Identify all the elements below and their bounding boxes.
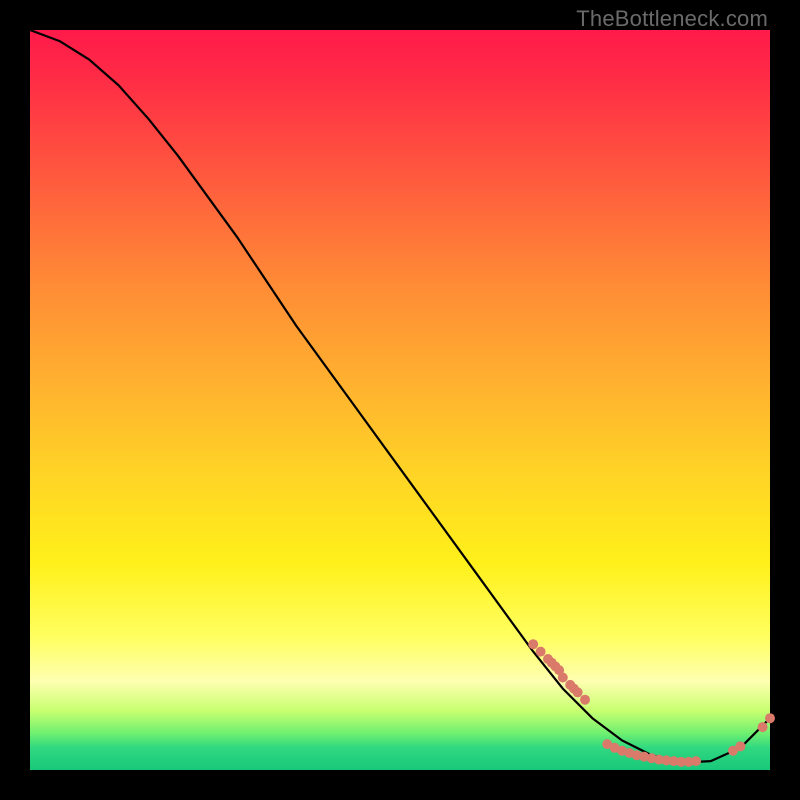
plot-area bbox=[30, 30, 770, 770]
data-dot bbox=[528, 639, 538, 649]
data-dot bbox=[735, 741, 745, 751]
data-dot bbox=[580, 695, 590, 705]
data-dot bbox=[573, 687, 583, 697]
data-dots bbox=[528, 639, 775, 767]
watermark-text: TheBottleneck.com bbox=[576, 6, 768, 32]
data-dot bbox=[691, 756, 701, 766]
chart-frame: TheBottleneck.com bbox=[0, 0, 800, 800]
curve-layer bbox=[30, 30, 770, 770]
data-dot bbox=[536, 647, 546, 657]
data-dot bbox=[765, 713, 775, 723]
data-dot bbox=[558, 673, 568, 683]
bottleneck-curve bbox=[30, 30, 770, 763]
data-dot bbox=[758, 722, 768, 732]
